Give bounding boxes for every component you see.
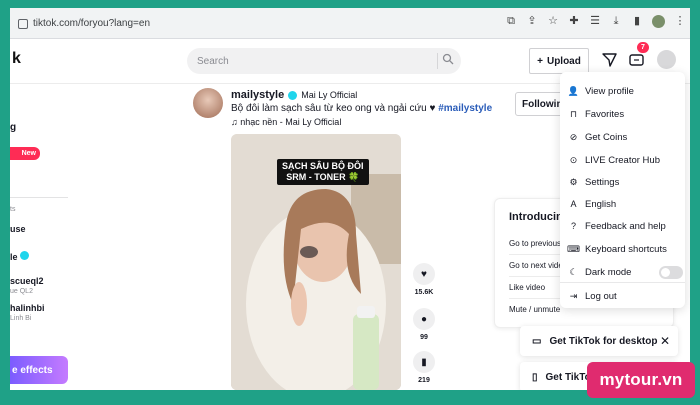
search-input[interactable]: Search (187, 48, 461, 74)
open-in-app-icon[interactable]: ⧉ (505, 16, 517, 28)
profile-dropdown-menu: 👤 View profile ⊓ Favorites ⊘ Get Coins ⊙… (560, 72, 685, 308)
sidebar-account-fragment[interactable]: halinhbi (10, 303, 45, 313)
verified-icon (20, 251, 30, 260)
site-info-icon[interactable] (18, 18, 28, 29)
sidebar-account-fragment[interactable]: use (10, 224, 26, 234)
menu-divider (560, 282, 685, 283)
upload-button[interactable]: + Upload (529, 48, 589, 74)
sidebar-item-fragment[interactable]: g (10, 122, 16, 133)
sidebar-account-subtitle: Linh Bi (10, 315, 32, 322)
keyboard-icon: ⌨ (567, 243, 580, 254)
menu-item-language[interactable]: A English (568, 195, 680, 213)
share-icon[interactable]: ⇪ (526, 16, 538, 28)
author-avatar[interactable] (193, 88, 223, 118)
menu-item-live-creator-hub[interactable]: ⊙ LIVE Creator Hub (568, 151, 680, 169)
user-icon: 👤 (567, 85, 580, 96)
like-count: 15.6K (414, 289, 434, 296)
monitor-icon: ▭ (532, 335, 542, 347)
menu-item-dark-mode[interactable]: ☾ Dark mode (568, 263, 683, 281)
menu-icon[interactable]: ⋮ (674, 16, 686, 28)
menu-item-get-coins[interactable]: ⊘ Get Coins (568, 128, 680, 146)
comment-action[interactable]: ● 99 (413, 308, 435, 341)
close-icon[interactable]: ✕ (660, 334, 670, 348)
help-icon: ? (570, 220, 576, 231)
address-bar[interactable]: tiktok.com/foryou?lang=en (10, 12, 590, 35)
save-action[interactable]: ▮ 219 (413, 351, 435, 384)
music-link[interactable]: ♫ nhạc nền - Mai Ly Official (231, 117, 341, 127)
sidebar-account-subtitle: ue QL2 (10, 288, 33, 295)
watermark-logo: mytour.vn (587, 362, 695, 398)
author-name-row[interactable]: mailystyle Mai Ly Official (231, 89, 357, 101)
bookmark-icon[interactable]: ▮ (413, 351, 435, 373)
inbox-badge: 7 (637, 42, 649, 53)
caption-text: Bộ đôi làm sạch sâu từ keo ong và ngải c… (231, 103, 439, 114)
bookmark-icon: ⊓ (569, 108, 578, 119)
author-nickname: Mai Ly Official (301, 90, 358, 100)
url-text: tiktok.com/foryou?lang=en (33, 18, 151, 29)
heart-icon[interactable]: ♥ (413, 263, 435, 285)
profile-avatar-icon[interactable] (652, 15, 665, 28)
browser-toolbar: tiktok.com/foryou?lang=en ⧉ ⇪ ☆ ✚ ☰ ⤓ ▮ … (10, 8, 690, 39)
extensions-icon[interactable]: ✚ (568, 16, 580, 28)
plus-icon: + (537, 55, 543, 67)
download-icon[interactable]: ⤓ (610, 16, 622, 28)
search-placeholder: Search (197, 55, 229, 67)
app-label: Get TikTo (545, 371, 591, 383)
inbox-icon[interactable] (627, 51, 645, 69)
create-effects-button[interactable]: e effects (10, 356, 68, 384)
new-badge: New (10, 147, 40, 160)
live-icon: ⊙ (569, 154, 578, 165)
moon-icon: ☾ (569, 266, 578, 277)
gear-icon: ⚙ (569, 176, 578, 187)
sidebar-account-fragment[interactable]: le (10, 251, 30, 262)
sidebar: g New ts use le scueql2 ue QL2 halinhbi … (10, 84, 80, 390)
upload-label: Upload (546, 55, 581, 67)
like-action[interactable]: ♥ 15.6K (413, 263, 435, 296)
get-tiktok-desktop-button[interactable]: ▭ Get TikTok for desktop ✕ (520, 326, 678, 356)
verified-icon (288, 90, 298, 100)
music-title: nhạc nền - Mai Ly Official (240, 117, 342, 127)
logout-icon: ⇥ (569, 290, 578, 301)
comment-icon[interactable]: ● (413, 308, 435, 330)
post-caption: Bộ đôi làm sạch sâu từ keo ong và ngải c… (231, 103, 511, 114)
language-icon: A (570, 198, 577, 209)
desktop-label: Get TikTok for desktop (549, 335, 658, 347)
sidepanel-icon[interactable]: ▮ (631, 16, 643, 28)
save-count: 219 (418, 377, 430, 384)
video-player[interactable]: SẠCH SÂU BỘ ĐÔI SRM - TONER 🍀 (231, 134, 401, 390)
send-icon[interactable] (600, 51, 618, 69)
comment-count: 99 (420, 334, 428, 341)
search-icon[interactable] (437, 53, 454, 69)
menu-item-view-profile[interactable]: 👤 View profile (568, 82, 680, 100)
menu-item-keyboard-shortcuts[interactable]: ⌨ Keyboard shortcuts (567, 240, 680, 258)
tiktok-logo[interactable]: k (12, 50, 21, 68)
hashtag-link[interactable]: #mailystyle (438, 103, 492, 114)
menu-item-favorites[interactable]: ⊓ Favorites (568, 105, 680, 123)
sidebar-account-fragment[interactable]: scueql2 (10, 276, 44, 286)
author-username[interactable]: mailystyle (231, 89, 284, 101)
dark-mode-toggle[interactable] (659, 266, 683, 279)
video-overlay-text: SẠCH SÂU BỘ ĐÔI SRM - TONER 🍀 (277, 159, 369, 185)
sidebar-section-fragment: ts (10, 206, 16, 213)
browser-actions: ⧉ ⇪ ☆ ✚ ☰ ⤓ ▮ ⋮ (505, 15, 686, 28)
user-avatar[interactable] (657, 50, 676, 69)
music-note-icon: ♫ (231, 117, 241, 127)
reading-list-icon[interactable]: ☰ (589, 16, 601, 28)
coin-icon: ⊘ (569, 131, 578, 142)
menu-item-settings[interactable]: ⚙ Settings (568, 173, 680, 191)
sidebar-divider (10, 197, 68, 198)
star-icon[interactable]: ☆ (547, 16, 559, 28)
menu-item-log-out[interactable]: ⇥ Log out (568, 287, 680, 305)
phone-icon: ▯ (532, 371, 538, 383)
browser-window: tiktok.com/foryou?lang=en ⧉ ⇪ ☆ ✚ ☰ ⤓ ▮ … (10, 8, 690, 390)
menu-item-feedback[interactable]: ? Feedback and help (568, 217, 680, 235)
